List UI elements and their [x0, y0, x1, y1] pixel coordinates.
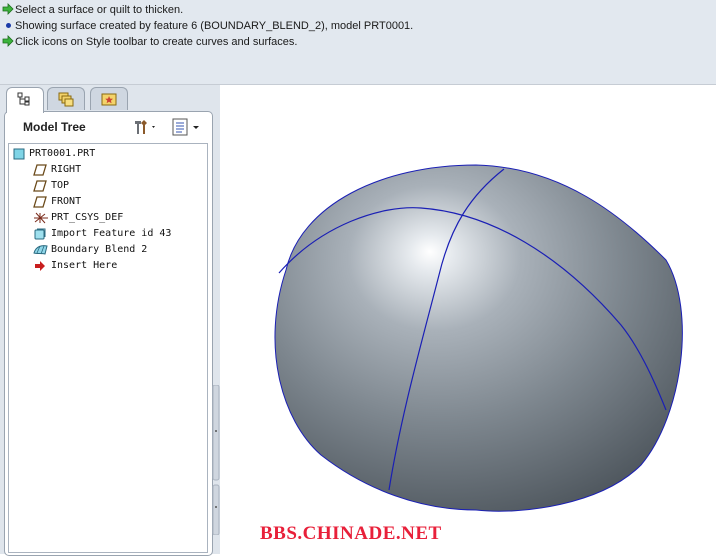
datum-plane-icon [33, 196, 47, 208]
star-folder-icon [101, 93, 117, 106]
model-tree-panel: Model Tree PRT0001.PRT RIGHT TOP FRONT P… [4, 111, 213, 556]
boundary-blend-icon [33, 245, 48, 255]
surface-model[interactable] [221, 85, 716, 554]
tree-item-label: RIGHT [51, 164, 82, 175]
part-icon [13, 148, 25, 160]
tree-item-label: TOP [51, 180, 70, 191]
tree-item-label: PRT0001.PRT [29, 148, 96, 159]
message-area: Select a surface or quilt to thicken. Sh… [0, 0, 716, 85]
favorites-tab[interactable] [90, 87, 128, 110]
csys-icon [34, 212, 48, 224]
watermark-text: BBS.CHINADE.NET [260, 523, 442, 544]
tree-item-label: Boundary Blend 2 [51, 244, 148, 255]
tree-item-label: Insert Here [51, 260, 118, 271]
tree-item-label: Import Feature id 43 [51, 228, 172, 239]
graphics-window[interactable] [221, 85, 716, 554]
message-text: Click icons on Style toolbar to create c… [15, 36, 298, 48]
message-text: Showing surface created by feature 6 (BO… [15, 20, 414, 32]
folders-icon [58, 92, 74, 107]
model-tree-title: Model Tree [23, 120, 86, 134]
datum-plane-icon [33, 164, 47, 176]
show-dropdown[interactable] [171, 118, 203, 141]
insert-arrow-icon [35, 261, 45, 271]
panel-splitter[interactable] [212, 384, 220, 536]
green-arrow-icon [2, 35, 14, 47]
tools-icon [135, 120, 155, 134]
settings-dropdown[interactable] [133, 118, 159, 141]
model-tree-tab[interactable] [6, 87, 44, 113]
datum-plane-icon [33, 180, 47, 192]
green-arrow-icon [2, 3, 14, 15]
navigator-panel: Model Tree PRT0001.PRT RIGHT TOP FRONT P… [0, 85, 220, 556]
message-line: Select a surface or quilt to thicken. [2, 2, 183, 18]
blue-dot-icon [6, 23, 11, 29]
model-tree-list: PRT0001.PRT RIGHT TOP FRONT PRT_CSYS_DEF… [8, 143, 208, 553]
tree-item-label: PRT_CSYS_DEF [51, 212, 124, 223]
import-feature-icon [34, 228, 46, 240]
boundary-blend-surface[interactable] [274, 164, 683, 512]
folder-browser-tab[interactable] [47, 87, 85, 110]
message-line: Click icons on Style toolbar to create c… [2, 34, 297, 50]
splitter-grip [212, 384, 220, 536]
list-icon [172, 118, 199, 136]
tree-icon [17, 92, 30, 106]
message-line: Showing surface created by feature 6 (BO… [2, 18, 413, 34]
message-text: Select a surface or quilt to thicken. [15, 4, 184, 16]
tree-item-label: FRONT [51, 196, 82, 207]
